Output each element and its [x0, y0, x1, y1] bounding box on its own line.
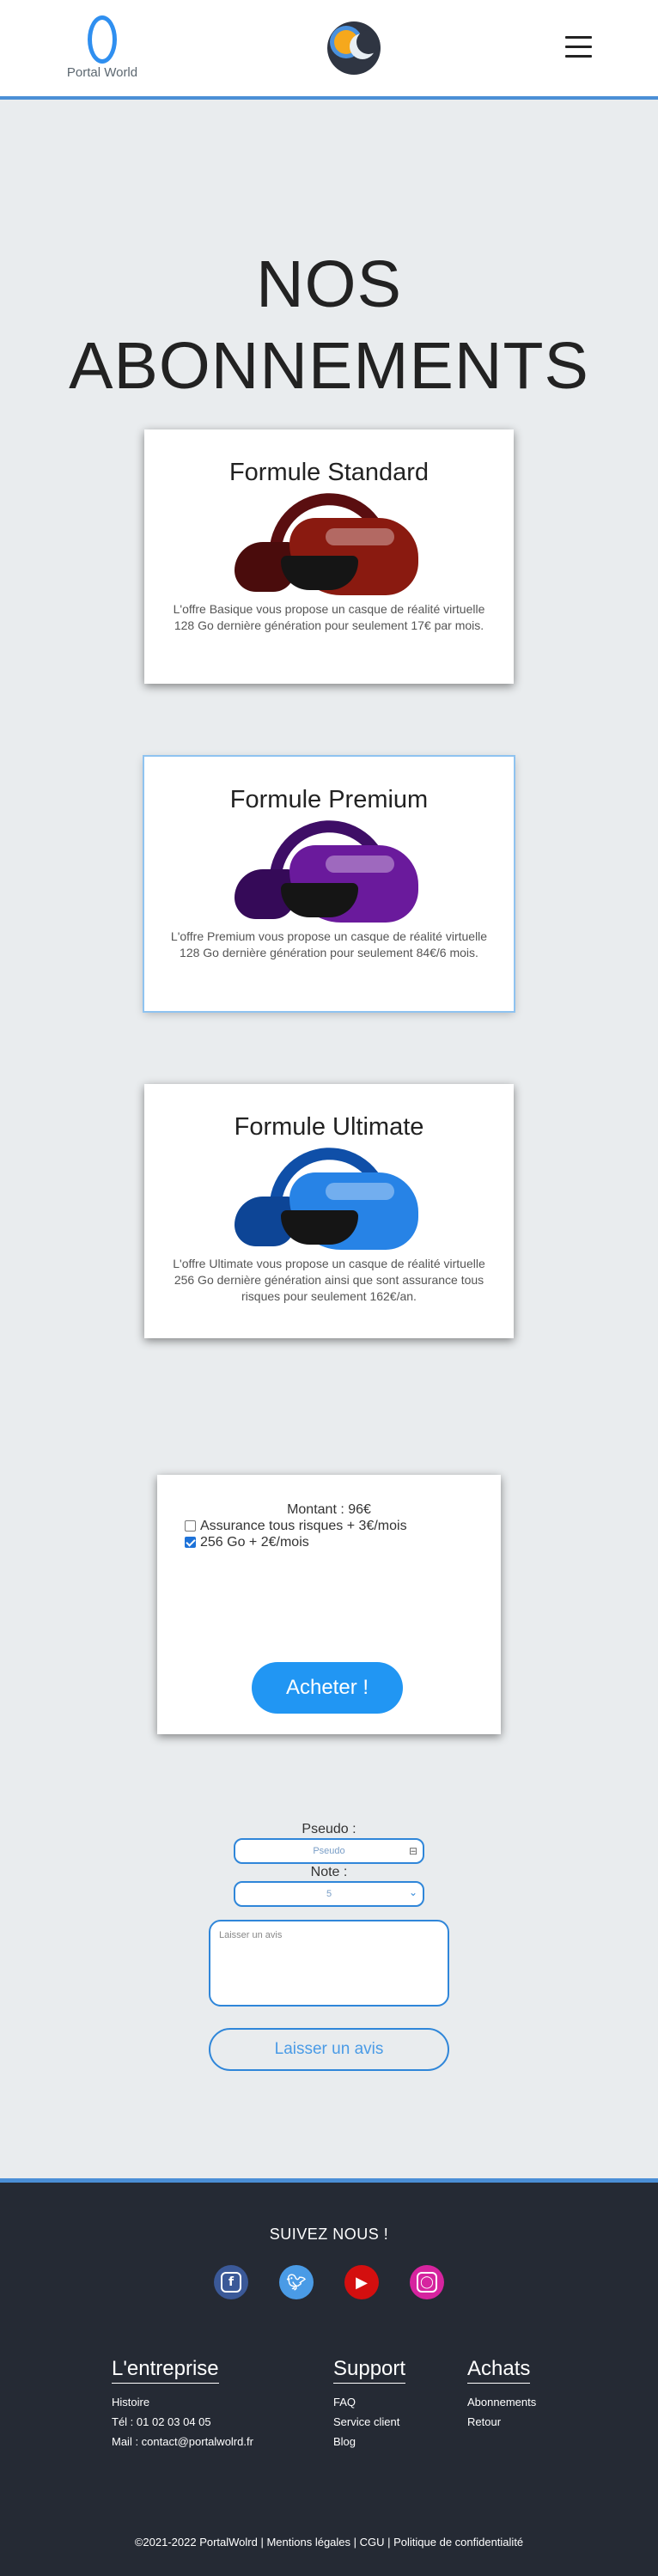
footer-link-faq[interactable]: FAQ: [333, 2392, 405, 2412]
twitter-icon[interactable]: 🐦︎: [279, 2265, 314, 2299]
pseudo-placeholder: Pseudo: [313, 1846, 345, 1856]
footer-column-support: Support FAQ Service client Blog: [333, 2357, 406, 2451]
footer-column-company: L'entreprise Histoire Tél : 01 02 03 04 …: [112, 2357, 253, 2451]
note-value: 5: [326, 1889, 332, 1899]
buy-button[interactable]: Acheter !: [252, 1662, 403, 1714]
headset-shine: [326, 856, 394, 873]
plan-description: L'offre Premium vous propose un casque d…: [170, 929, 488, 959]
portal-logo-icon: [88, 15, 117, 64]
youtube-glyph: ▶: [356, 2273, 368, 2292]
plan-card-ultimate: Formule Ultimate L'offre Ultimate vous p…: [144, 1084, 514, 1338]
twitter-glyph: 🐦︎: [286, 2273, 307, 2292]
review-form: Pseudo : Pseudo ⊟ Note : 5 ⌄ Laisser un …: [0, 1821, 658, 2071]
plan-title: Formule Standard: [228, 459, 430, 486]
footer-column-title: Achats: [467, 2357, 531, 2384]
vr-headset-image-blue: [235, 1135, 423, 1254]
pseudo-label: Pseudo :: [302, 1822, 356, 1836]
logo-text: Portal World: [66, 65, 138, 80]
footer-link-customer-service[interactable]: Service client: [333, 2412, 405, 2432]
vr-headset-image-purple: [235, 807, 423, 927]
headset-shine: [326, 1183, 394, 1200]
purchase-panel: Montant : 96€ Assurance tous risques + 3…: [157, 1475, 501, 1734]
insurance-option[interactable]: Assurance tous risques + 3€/mois: [185, 1518, 501, 1534]
submit-review-button[interactable]: Laisser un avis: [209, 2028, 449, 2071]
storage-label: 256 Go + 2€/mois: [200, 1535, 309, 1550]
headset-shine: [326, 528, 394, 545]
autofill-icon: ⊟: [408, 1845, 417, 1857]
page-title: NOS ABONNEMENTS: [69, 247, 589, 403]
note-label: Note :: [310, 1865, 348, 1879]
menu-bar: [565, 46, 592, 48]
footer-column-title: Support: [333, 2357, 406, 2384]
site-footer: SUIVEZ NOUS ! f 🐦︎ ▶ ◯: [0, 2178, 658, 2576]
plan-title: Formule Premium: [229, 786, 429, 813]
facebook-icon[interactable]: f: [214, 2265, 248, 2299]
moon-shadow: [356, 30, 381, 54]
chevron-down-icon: ⌄: [408, 1886, 417, 1898]
vr-headset-image-red: [235, 480, 423, 600]
footer-column-title: L'entreprise: [112, 2357, 219, 2384]
portal-world-logo[interactable]: Portal World: [64, 15, 141, 80]
plan-card-premium: Formule Premium L'offre Premium vous pro…: [144, 757, 514, 1011]
comment-textarea[interactable]: Laisser un avis: [209, 1920, 449, 2007]
plan-description: L'offre Ultimate vous propose un casque …: [173, 1257, 485, 1303]
storage-option[interactable]: 256 Go + 2€/mois: [185, 1534, 501, 1550]
storage-checkbox[interactable]: [185, 1537, 196, 1548]
youtube-icon[interactable]: ▶: [344, 2265, 379, 2299]
pseudo-input[interactable]: Pseudo ⊟: [234, 1838, 424, 1864]
menu-bar: [565, 55, 592, 58]
site-header: Portal World: [0, 0, 658, 100]
copyright-text: ©2021-2022 PortalWolrd | Mentions légale…: [134, 2536, 524, 2549]
footer-link-subscriptions[interactable]: Abonnements: [467, 2392, 536, 2412]
theme-toggle-button[interactable]: [327, 21, 381, 75]
footer-link-phone[interactable]: Tél : 01 02 03 04 05: [112, 2412, 253, 2432]
insurance-label: Assurance tous risques + 3€/mois: [200, 1519, 407, 1533]
instagram-icon[interactable]: ◯: [410, 2265, 444, 2299]
plan-description: L'offre Basique vous propose un casque d…: [173, 602, 485, 632]
footer-column-purchases: Achats Abonnements Retour: [467, 2357, 536, 2432]
social-links: f 🐦︎ ▶ ◯: [0, 2265, 658, 2299]
hamburger-menu-icon[interactable]: [565, 36, 592, 58]
plan-card-standard: Formule Standard L'offre Basique vous pr…: [144, 429, 514, 684]
menu-bar: [565, 36, 592, 39]
plan-title: Formule Ultimate: [234, 1113, 424, 1141]
footer-link-mail[interactable]: Mail : contact@portalwolrd.fr: [112, 2432, 253, 2451]
instagram-glyph: ◯: [417, 2272, 437, 2293]
amount-text: Montant : 96€: [287, 1502, 371, 1517]
footer-link-history[interactable]: Histoire: [112, 2392, 253, 2412]
note-select[interactable]: 5 ⌄: [234, 1881, 424, 1907]
facebook-glyph: f: [221, 2272, 241, 2293]
footer-link-returns[interactable]: Retour: [467, 2412, 536, 2432]
insurance-checkbox[interactable]: [185, 1520, 196, 1532]
follow-us-heading: SUIVEZ NOUS !: [269, 2226, 389, 2243]
footer-link-blog[interactable]: Blog: [333, 2432, 405, 2451]
